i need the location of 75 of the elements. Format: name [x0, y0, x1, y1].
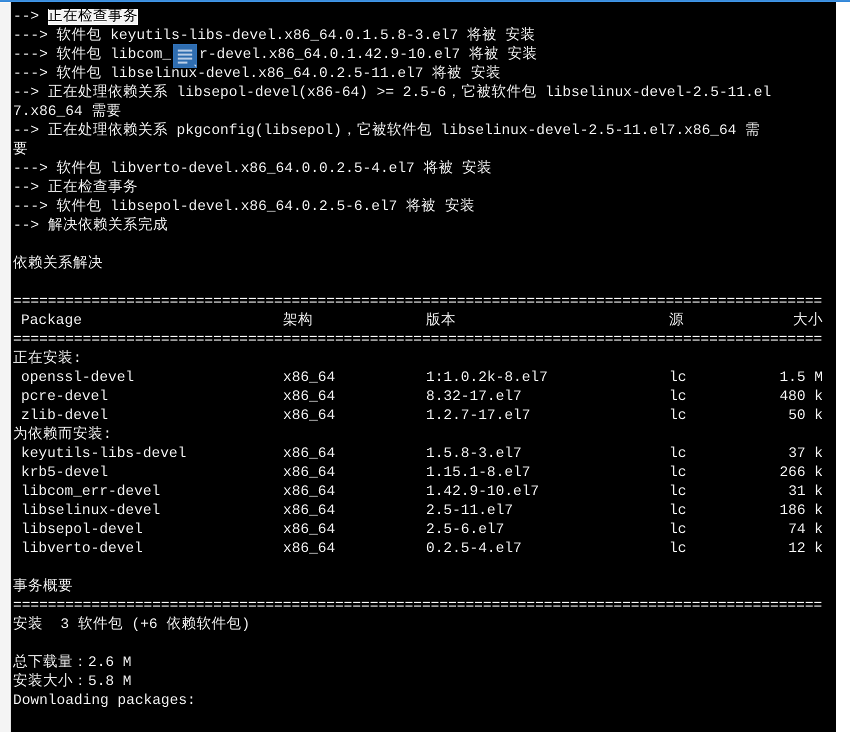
table-cell-text: krb5-devel — [20, 464, 110, 483]
table-cell-text: 186 k — [778, 502, 823, 521]
table-cell-text: lc — [669, 483, 688, 502]
table-cell-text: openssl-devel — [20, 369, 136, 388]
table-cell-text: 1.2.7-17.el7 — [426, 407, 532, 426]
table-cell-text: 0.2.5-4.el7 — [426, 540, 523, 559]
column-header: 架构 — [283, 312, 314, 331]
table-cell-text: x86_64 — [283, 464, 336, 483]
table-cell-text: 1:1.0.2k-8.el7 — [426, 369, 549, 388]
table-cell-text: lc — [669, 407, 688, 426]
log-line: 安装 3 软件包 (+6 依赖软件包) — [13, 617, 250, 633]
column-header: Package — [20, 312, 83, 331]
table-cell-text: libsepol-devel — [20, 521, 144, 540]
column-header: 版本 — [426, 312, 457, 331]
selected-text: 正在检查事务 — [48, 9, 138, 25]
log-line: --> 解决依赖关系完成 — [13, 218, 168, 234]
log-line: ---> 软件包 libcom_ — [13, 47, 172, 63]
table-cell-text: lc — [669, 502, 688, 521]
table-cell-text: 480 k — [778, 388, 823, 407]
log-line: ---> 软件包 libselinux-devel.x86_64.0.2.5-11.el7 将被 安装 — [13, 66, 501, 82]
table-cell-text: x86_64 — [283, 445, 336, 464]
table-cell-text: 50 k — [787, 407, 823, 426]
separator-line: ============================================================================================= — [13, 332, 822, 348]
separator-line: ============================================================================================= — [13, 294, 822, 310]
table-cell-text: 2.5-11.el7 — [426, 502, 514, 521]
table-cell-text: 2.5-6.el7 — [426, 521, 506, 540]
table-cell-text: zlib-devel — [20, 407, 110, 426]
column-header: 源 — [669, 312, 685, 331]
log-line: 安装大小：5.8 M — [13, 674, 132, 690]
log-line: 要 — [13, 142, 28, 158]
table-cell-text: x86_64 — [283, 369, 336, 388]
log-line: ---> 软件包 libsepol-devel.x86_64.0.2.5-6.el7 将被 安装 — [13, 199, 475, 215]
table-cell-text: lc — [669, 540, 688, 559]
table-cell-text: x86_64 — [283, 540, 336, 559]
column-header: 大小 — [792, 312, 823, 331]
log-line: 7.x86_64 需要 — [13, 104, 122, 120]
table-cell-text: x86_64 — [283, 388, 336, 407]
group-heading: 正在安装: — [13, 351, 82, 367]
log-line: ---> 软件包 keyutils-libs-devel.x86_64.0.1.5.8-3.el7 将被 安装 — [13, 28, 536, 44]
table-cell-text: 1.42.9-10.el7 — [426, 483, 540, 502]
table-cell-text: lc — [669, 464, 688, 483]
log-line: --> 正在检查事务 — [13, 180, 138, 196]
table-cell-text: lc — [669, 445, 688, 464]
table-cell-text: 266 k — [778, 464, 823, 483]
table-cell-text: x86_64 — [283, 502, 336, 521]
table-cell-text: 12 k — [787, 540, 823, 559]
table-cell-text: 1.5.8-3.el7 — [426, 445, 523, 464]
table-cell-text: pcre-devel — [20, 388, 110, 407]
table-cell-text: 74 k — [787, 521, 823, 540]
log-line: 依赖关系解决 — [13, 256, 103, 272]
table-cell-text: 31 k — [787, 483, 823, 502]
log-line: r-devel.x86_64.0.1.42.9-10.el7 将被 安装 — [199, 47, 538, 63]
table-cell-text: 37 k — [787, 445, 823, 464]
table-cell-text: keyutils-libs-devel — [20, 445, 188, 464]
log-line: --> 正在处理依赖关系 pkgconfig(libsepol)，它被软件包 libselinux-devel-2.5-11.el7.x86_64 需 — [13, 123, 760, 139]
log-line: Downloading packages: — [13, 693, 196, 709]
table-cell-text: lc — [669, 388, 688, 407]
group-heading: 为依赖而安装: — [13, 427, 112, 443]
table-cell-text: 1.5 M — [778, 369, 823, 388]
table-cell-text: lc — [669, 521, 688, 540]
table-cell-text: x86_64 — [283, 521, 336, 540]
table-cell-text: x86_64 — [283, 483, 336, 502]
table-cell-text: 1.15.1-8.el7 — [426, 464, 532, 483]
log-line: 总下载量：2.6 M — [13, 655, 132, 671]
log-line: ---> 软件包 libverto-devel.x86_64.0.0.2.5-4.el7 将被 安装 — [13, 161, 492, 177]
separator-line: ============================================================================================= — [13, 598, 822, 614]
table-cell-text: 8.32-17.el7 — [426, 388, 523, 407]
table-cell-text: lc — [669, 369, 688, 388]
table-cell-text: x86_64 — [283, 407, 336, 426]
log-line: 事务概要 — [13, 579, 73, 595]
table-cell-text: libselinux-devel — [20, 502, 162, 521]
table-cell-text: libcom_err-devel — [20, 483, 162, 502]
log-line: --> — [13, 9, 40, 25]
log-line: --> 正在处理依赖关系 libsepol-devel(x86-64) >= 2.5-6，它被软件包 libselinux-devel-2.5-11.el — [13, 85, 772, 101]
table-cell-text: libverto-devel — [20, 540, 144, 559]
